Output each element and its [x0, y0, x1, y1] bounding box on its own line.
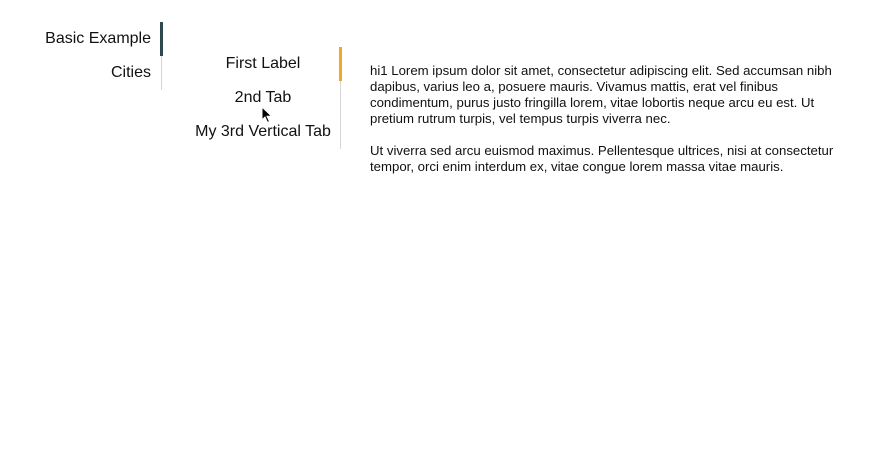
- tab-content-panel: hi1 Lorem ipsum dolor sit amet, consecte…: [370, 63, 860, 191]
- outer-tab-label: Basic Example: [45, 30, 151, 47]
- inner-tab-label: My 3rd Vertical Tab: [195, 123, 331, 140]
- outer-tab-label: Cities: [110, 64, 151, 81]
- mouse-pointer-icon: [261, 106, 273, 124]
- inner-tab-label: First Label: [225, 55, 301, 72]
- outer-tab-cities[interactable]: Cities: [0, 56, 161, 90]
- inner-vertical-tabs: First Label 2nd Tab My 3rd Vertical Tab: [186, 47, 342, 149]
- page: Basic Example Cities First Label 2nd Tab…: [0, 0, 878, 450]
- inner-tab-first-label[interactable]: First Label: [186, 47, 342, 81]
- outer-vertical-tabs: Basic Example Cities: [0, 22, 163, 90]
- content-paragraph: hi1 Lorem ipsum dolor sit amet, consecte…: [370, 63, 832, 126]
- outer-tab-basic-example[interactable]: Basic Example: [0, 22, 163, 56]
- inner-tab-label: 2nd Tab: [234, 89, 292, 106]
- content-paragraph: Ut viverra sed arcu euismod maximus. Pel…: [370, 143, 834, 174]
